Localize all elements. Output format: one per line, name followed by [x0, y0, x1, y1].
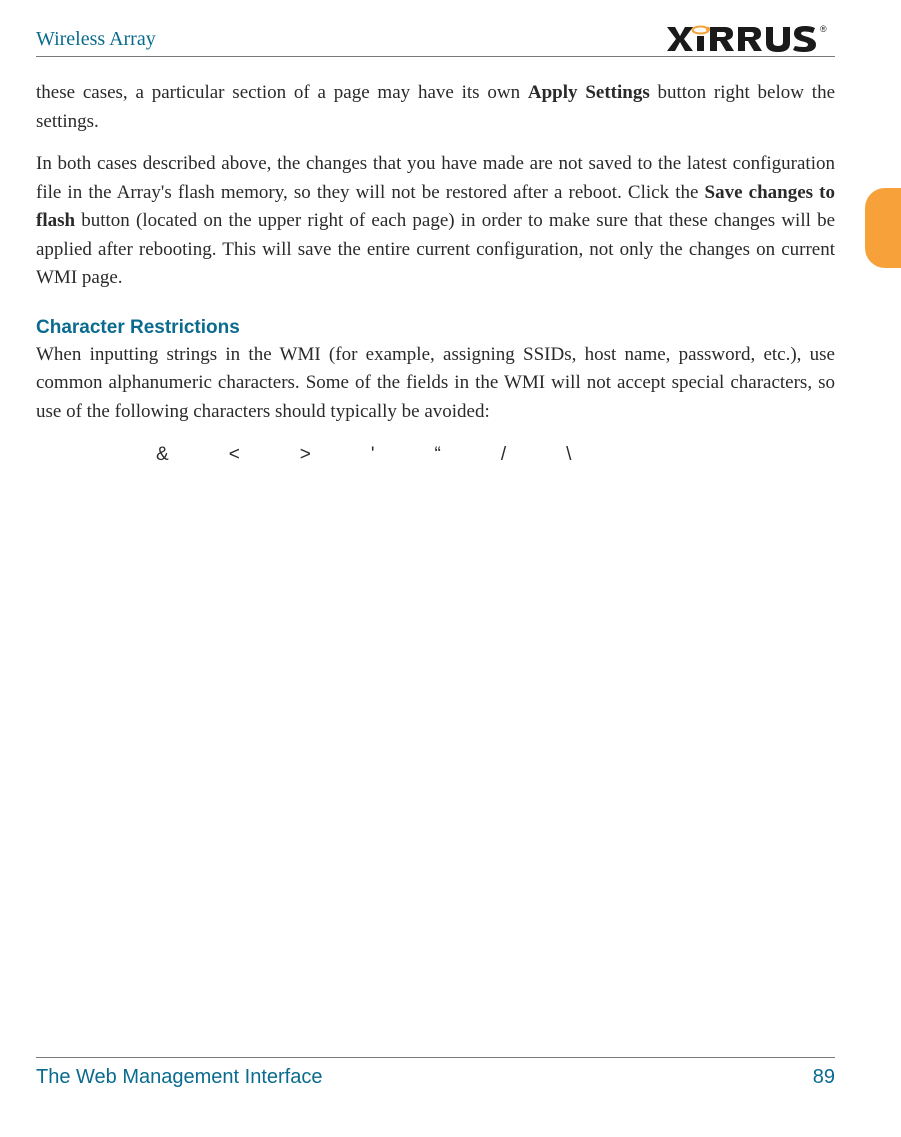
xirrus-logo: ®	[665, 24, 835, 54]
char-quote: “	[435, 444, 441, 466]
section-body: When inputting strings in the WMI (for e…	[36, 341, 835, 427]
char-apos: '	[371, 444, 375, 466]
section-heading: Character Restrictions	[36, 317, 835, 339]
char-amp: &	[156, 444, 169, 466]
p1-text-a: these cases, a particular section of a p…	[36, 82, 528, 103]
footer-section: The Web Management Interface	[36, 1066, 322, 1089]
svg-text:®: ®	[820, 24, 827, 34]
p1-bold: Apply Settings	[528, 82, 650, 103]
char-slash: /	[501, 444, 506, 466]
page-header: Wireless Array	[36, 24, 835, 57]
header-title: Wireless Array	[36, 28, 156, 51]
special-chars-row: & < > ' “ / \	[156, 444, 835, 466]
char-gt: >	[300, 444, 311, 466]
footer-page-number: 89	[813, 1066, 835, 1089]
char-lt: <	[229, 444, 240, 466]
page-footer: The Web Management Interface 89	[36, 1057, 835, 1089]
p2-text-c: button (located on the upper right of ea…	[36, 210, 835, 288]
paragraph-1: these cases, a particular section of a p…	[36, 79, 835, 136]
paragraph-2: In both cases described above, the chang…	[36, 150, 835, 293]
char-backslash: \	[566, 444, 571, 466]
